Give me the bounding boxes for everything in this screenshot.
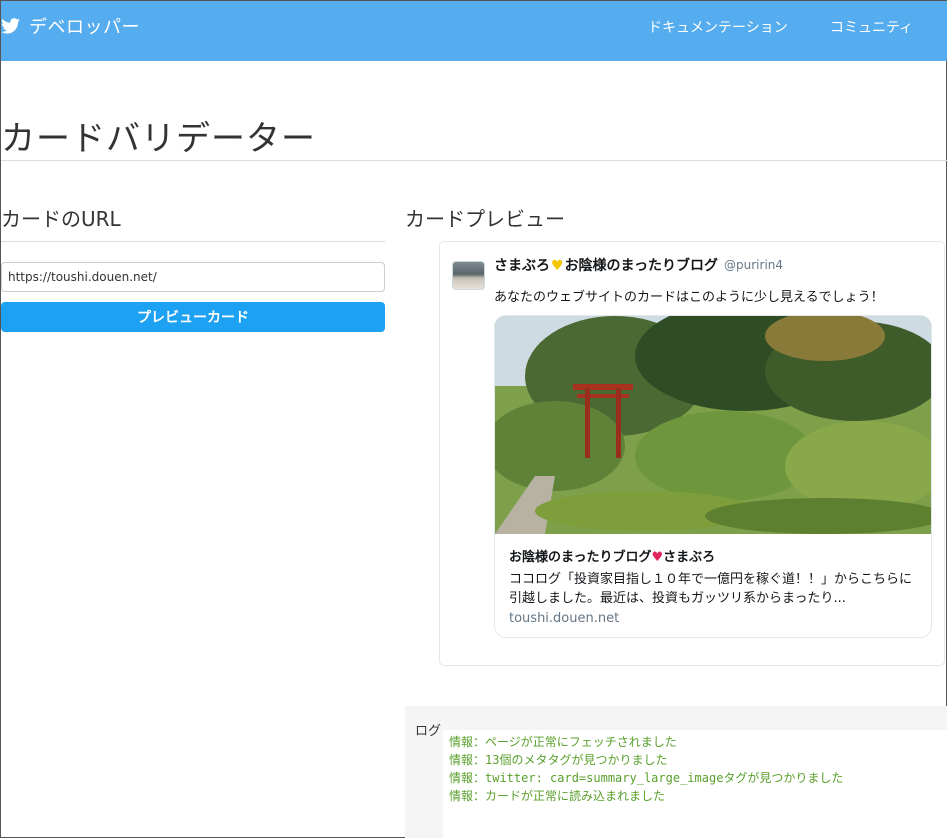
title-divider bbox=[1, 160, 947, 161]
display-name-prefix: さまぶろ bbox=[494, 258, 550, 274]
tweet-preview: さまぶろ♥お陰様のまったりブログ @puririn4 あなたのウェブサイトのカー… bbox=[439, 241, 945, 666]
log-line: 情報：13個のメタタグが見つかりました bbox=[449, 753, 668, 767]
twitter-bird-icon bbox=[1, 18, 20, 34]
card-description: ココログ「投資家目指し１０年で一億円を稼ぐ道！！」からこちらに引越しました。最近… bbox=[509, 572, 913, 606]
card-title-suffix: さまぶろ bbox=[663, 550, 716, 565]
log-line: 情報：カードが正常に読み込まれました bbox=[449, 789, 666, 803]
nav-documentation[interactable]: ドキュメンテーション bbox=[648, 17, 788, 37]
log-line: 情報：ページが正常にフェッチされました bbox=[449, 735, 677, 749]
log-label: ログ bbox=[415, 724, 442, 739]
card-domain: toushi.douen.net bbox=[509, 611, 620, 626]
card-url-heading: カードのURL bbox=[1, 207, 121, 231]
card-image bbox=[495, 316, 931, 534]
form-divider bbox=[1, 241, 385, 242]
log-output: 情報：ページが正常にフェッチされました 情報：13個のメタタグが見つかりました … bbox=[443, 730, 947, 838]
summary-card[interactable]: お陰様のまったりブログ♥さまぶろ ココログ「投資家目指し１０年で一億円を稼ぐ道！… bbox=[494, 315, 932, 638]
top-navbar: デベロッパー ドキュメンテーション コミュニティ bbox=[1, 1, 947, 61]
log-line: 情報：twitter: card=summary_large_imageタグが見… bbox=[449, 771, 844, 785]
brand-link[interactable]: デベロッパー bbox=[1, 13, 140, 39]
card-title-prefix: お陰様のまったりブログ bbox=[509, 550, 652, 565]
card-title: お陰様のまったりブログ♥さまぶろ bbox=[509, 546, 715, 565]
nav-community[interactable]: コミュニティ bbox=[830, 17, 913, 37]
yellow-heart-icon: ♥ bbox=[551, 258, 564, 274]
page-title: カードバリデーター bbox=[1, 119, 316, 159]
tweet-text: あなたのウェブサイトのカードはこのように少し見えるでしょう！ bbox=[494, 290, 884, 305]
display-name-suffix: お陰様のまったりブログ bbox=[564, 258, 719, 274]
card-preview-heading: カードプレビュー bbox=[405, 207, 565, 231]
preview-card-button[interactable]: プレビューカード bbox=[1, 302, 385, 332]
screen-name[interactable]: @puririn4 bbox=[724, 258, 783, 272]
red-heart-icon: ♥ bbox=[651, 550, 664, 565]
card-url-input[interactable] bbox=[1, 262, 385, 292]
display-name[interactable]: さまぶろ♥お陰様のまったりブログ bbox=[494, 255, 718, 275]
tweet-header: さまぶろ♥お陰様のまったりブログ @puririn4 bbox=[494, 255, 783, 275]
avatar bbox=[452, 261, 485, 290]
brand-label: デベロッパー bbox=[29, 17, 140, 38]
log-panel: ログ 情報：ページが正常にフェッチされました 情報：13個のメタタグが見つかりま… bbox=[405, 706, 947, 838]
